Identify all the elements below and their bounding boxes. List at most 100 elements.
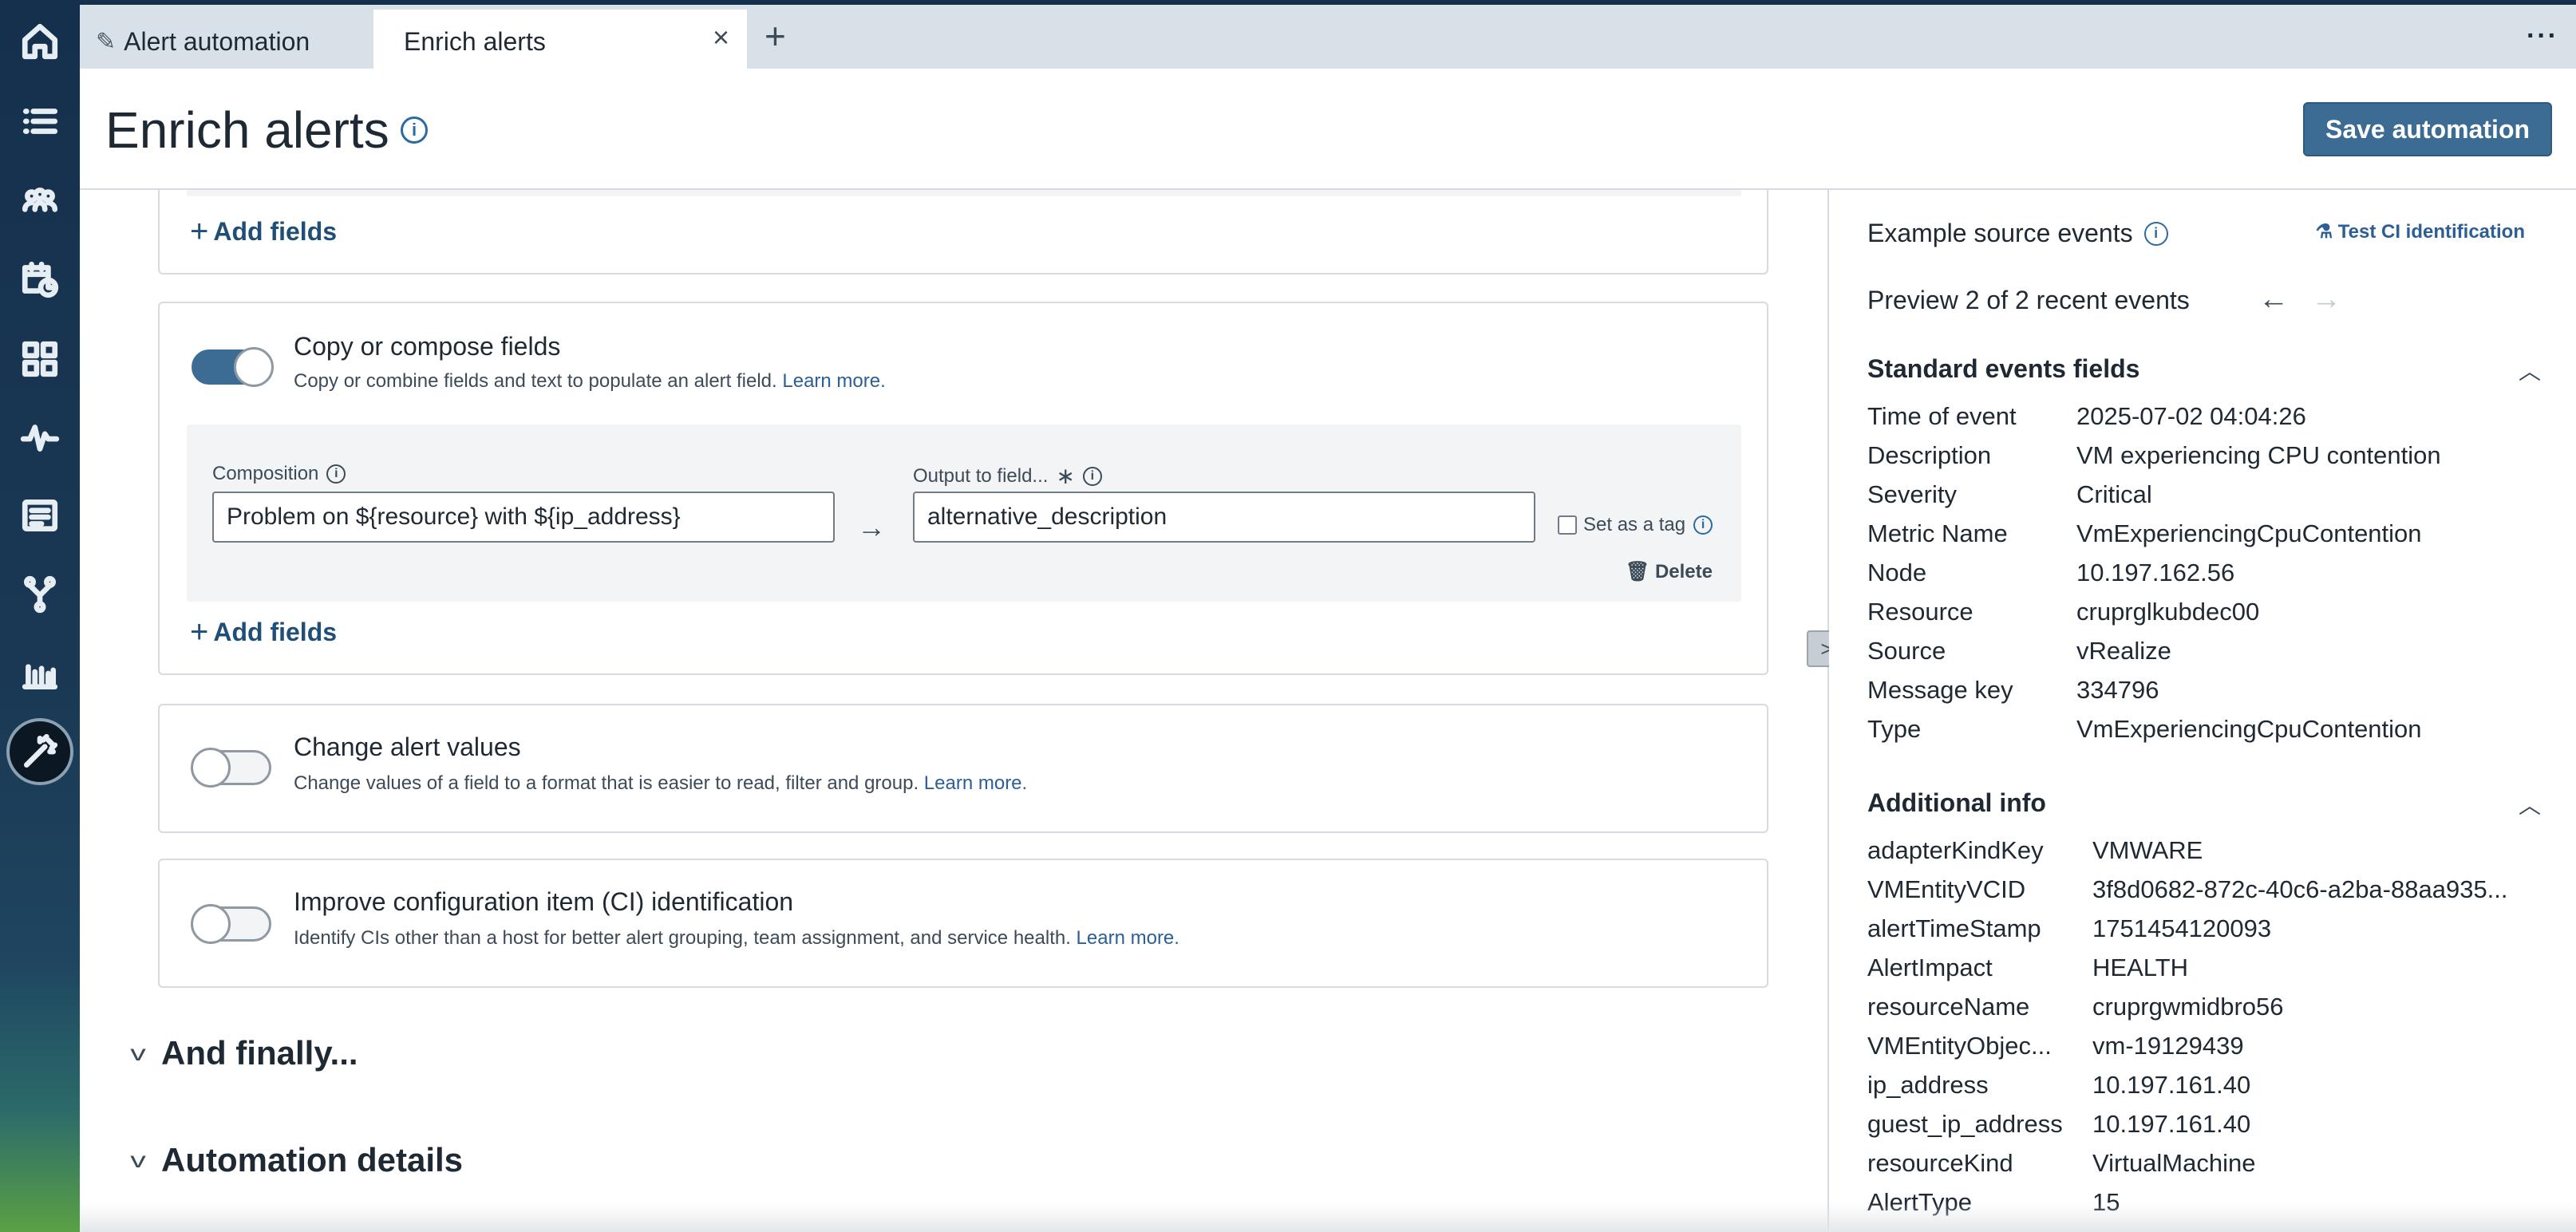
field-row: Description VM experiencing CPU contentio… bbox=[1867, 441, 2441, 470]
field-key: guest_ip_address bbox=[1867, 1110, 2063, 1138]
tab-label: Enrich alerts bbox=[404, 26, 546, 56]
field-row: ip_address 10.197.161.40 bbox=[1867, 1071, 2250, 1100]
bar-chart-icon[interactable] bbox=[16, 650, 64, 697]
card-title: Copy or compose fields bbox=[294, 332, 561, 361]
delete-label: Delete bbox=[1654, 561, 1713, 582]
field-row: Resource cruprglkubdec00 bbox=[1867, 598, 2259, 626]
field-row: Severity Critical bbox=[1867, 480, 2152, 509]
field-value: vm-19129439 bbox=[2092, 1032, 2244, 1060]
previous-card-panel bbox=[187, 190, 1741, 196]
section-title: Automation details bbox=[161, 1141, 464, 1179]
team-icon[interactable] bbox=[16, 177, 64, 225]
field-value: 2025-07-02 04:04:26 bbox=[2076, 402, 2306, 430]
card-description: Identify CIs other than a host for bette… bbox=[294, 927, 1179, 950]
card-description: Copy or combine fields and text to popul… bbox=[294, 370, 886, 393]
automation-wand-icon-svg bbox=[24, 733, 58, 768]
card-title: Improve configuration item (CI) identifi… bbox=[294, 887, 794, 916]
preview-label: Preview 2 of 2 recent events bbox=[1867, 286, 2190, 314]
field-key: Source bbox=[1867, 637, 1946, 665]
chevron-up-icon[interactable]: ︿ bbox=[2519, 354, 2541, 386]
copy-compose-card: Copy or compose fields Copy or combine f… bbox=[158, 302, 1768, 675]
output-field-input[interactable]: alternative_description bbox=[913, 492, 1535, 543]
previous-card: + Add fields bbox=[158, 190, 1768, 274]
tab-label: Alert automation bbox=[124, 26, 310, 56]
copy-compose-toggle[interactable] bbox=[192, 347, 274, 387]
field-key: VMEntityObjec... bbox=[1867, 1032, 2052, 1060]
add-fields-label: Add fields bbox=[213, 617, 338, 646]
field-key: alertTimeStamp bbox=[1867, 914, 2041, 942]
info-icon[interactable]: i bbox=[1082, 466, 1102, 486]
section-and-finally[interactable]: v And finally... bbox=[130, 1034, 358, 1072]
info-icon[interactable]: i bbox=[2143, 221, 2168, 246]
example-events-panel: Example source events i ⚗ Test CI identi… bbox=[1829, 190, 2576, 1232]
field-key: AlertImpact bbox=[1867, 954, 1993, 981]
field-row: Type VmExperiencingCpuContention bbox=[1867, 715, 2422, 744]
learn-more-link[interactable]: Learn more. bbox=[924, 772, 1027, 794]
next-arrow-icon[interactable]: → bbox=[2311, 282, 2341, 317]
home-icon[interactable] bbox=[16, 18, 64, 65]
chevron-down-icon: v bbox=[130, 1040, 146, 1065]
previous-arrow-icon[interactable]: ← bbox=[2258, 282, 2289, 317]
field-value: VMWARE bbox=[2092, 836, 2203, 864]
learn-more-link[interactable]: Learn more. bbox=[782, 370, 885, 392]
field-value: vRealize bbox=[2076, 637, 2171, 665]
field-row: resourceKind VirtualMachine bbox=[1867, 1149, 2255, 1178]
automation-wand-icon[interactable] bbox=[6, 718, 73, 785]
change-alert-values-toggle[interactable] bbox=[191, 748, 271, 788]
learn-more-link[interactable]: Learn more. bbox=[1077, 927, 1179, 949]
add-fields-button[interactable]: + Add fields bbox=[190, 215, 337, 247]
panel-title-text: Example source events bbox=[1867, 219, 2133, 247]
branch-icon[interactable] bbox=[16, 570, 64, 618]
pencil-icon: ✎ bbox=[96, 28, 117, 55]
pulse-icon[interactable] bbox=[16, 413, 64, 461]
add-tab-icon[interactable]: + bbox=[765, 18, 786, 54]
field-key: Resource bbox=[1867, 598, 1973, 626]
tab-enrich-alerts[interactable]: Enrich alerts × bbox=[373, 10, 747, 73]
info-icon[interactable]: i bbox=[1693, 515, 1713, 535]
field-key: Node bbox=[1867, 559, 1927, 586]
field-row: Metric Name VmExperiencingCpuContention bbox=[1867, 519, 2422, 548]
field-row: guest_ip_address 10.197.161.40 bbox=[1867, 1110, 2250, 1139]
set-as-tag-label: Set as a tag bbox=[1583, 514, 1686, 535]
field-key: resourceKind bbox=[1867, 1149, 2013, 1177]
output-field-label-text: Output to field... bbox=[913, 464, 1049, 487]
card-description: Change values of a field to a format tha… bbox=[294, 772, 1027, 795]
field-key: Severity bbox=[1867, 480, 1957, 508]
ci-identification-toggle[interactable] bbox=[191, 904, 271, 944]
field-row: Time of event 2025-07-02 04:04:26 bbox=[1867, 402, 2306, 431]
close-icon[interactable]: × bbox=[713, 21, 729, 54]
more-options-icon[interactable]: ··· bbox=[2527, 21, 2558, 52]
delete-button[interactable]: 🗑 Delete bbox=[1626, 560, 1713, 583]
plus-icon: + bbox=[190, 214, 209, 249]
additional-info-title: Additional info bbox=[1867, 788, 2046, 817]
team-icon-svg bbox=[22, 188, 58, 212]
field-value: VirtualMachine bbox=[2092, 1149, 2256, 1177]
save-automation-button[interactable]: Save automation bbox=[2303, 102, 2552, 156]
tab-alert-automation[interactable]: ✎ Alert automation bbox=[96, 10, 310, 73]
field-row: resourceName cruprgwmidbro56 bbox=[1867, 993, 2284, 1021]
card-description-text: Change values of a field to a format tha… bbox=[294, 772, 919, 794]
list-icon-svg bbox=[22, 109, 58, 134]
calendar-clock-icon-svg bbox=[22, 261, 59, 298]
field-row: adapterKindKey VMWARE bbox=[1867, 836, 2203, 865]
calendar-clock-icon[interactable] bbox=[16, 255, 64, 303]
field-value: 10.197.161.40 bbox=[2092, 1071, 2251, 1099]
field-key: Metric Name bbox=[1867, 519, 2008, 547]
field-value: 3f8d0682-872c-40c6-a2ba-88aa935... bbox=[2092, 875, 2508, 903]
composition-input[interactable]: Problem on ${resource} with ${ip_address… bbox=[212, 492, 835, 543]
arrow-right-icon: → bbox=[857, 511, 886, 543]
dashboard-icon[interactable] bbox=[16, 335, 64, 383]
chevron-up-icon[interactable]: ︿ bbox=[2519, 788, 2541, 820]
trash-icon: 🗑 bbox=[1625, 561, 1650, 582]
list-icon[interactable] bbox=[16, 97, 64, 145]
checkbox-box[interactable] bbox=[1558, 515, 1577, 535]
set-as-tag-checkbox[interactable]: Set as a tag i bbox=[1558, 514, 1713, 536]
composition-label: Composition i bbox=[212, 463, 346, 485]
field-key: VMEntityVCID bbox=[1867, 875, 2026, 903]
add-fields-button[interactable]: + Add fields bbox=[190, 616, 337, 648]
section-automation-details[interactable]: v Automation details bbox=[130, 1141, 464, 1179]
info-icon[interactable]: i bbox=[326, 464, 346, 484]
info-icon[interactable]: i bbox=[401, 116, 428, 144]
report-list-icon[interactable] bbox=[16, 492, 64, 539]
test-ci-identification-link[interactable]: ⚗ Test CI identification bbox=[2316, 220, 2525, 243]
